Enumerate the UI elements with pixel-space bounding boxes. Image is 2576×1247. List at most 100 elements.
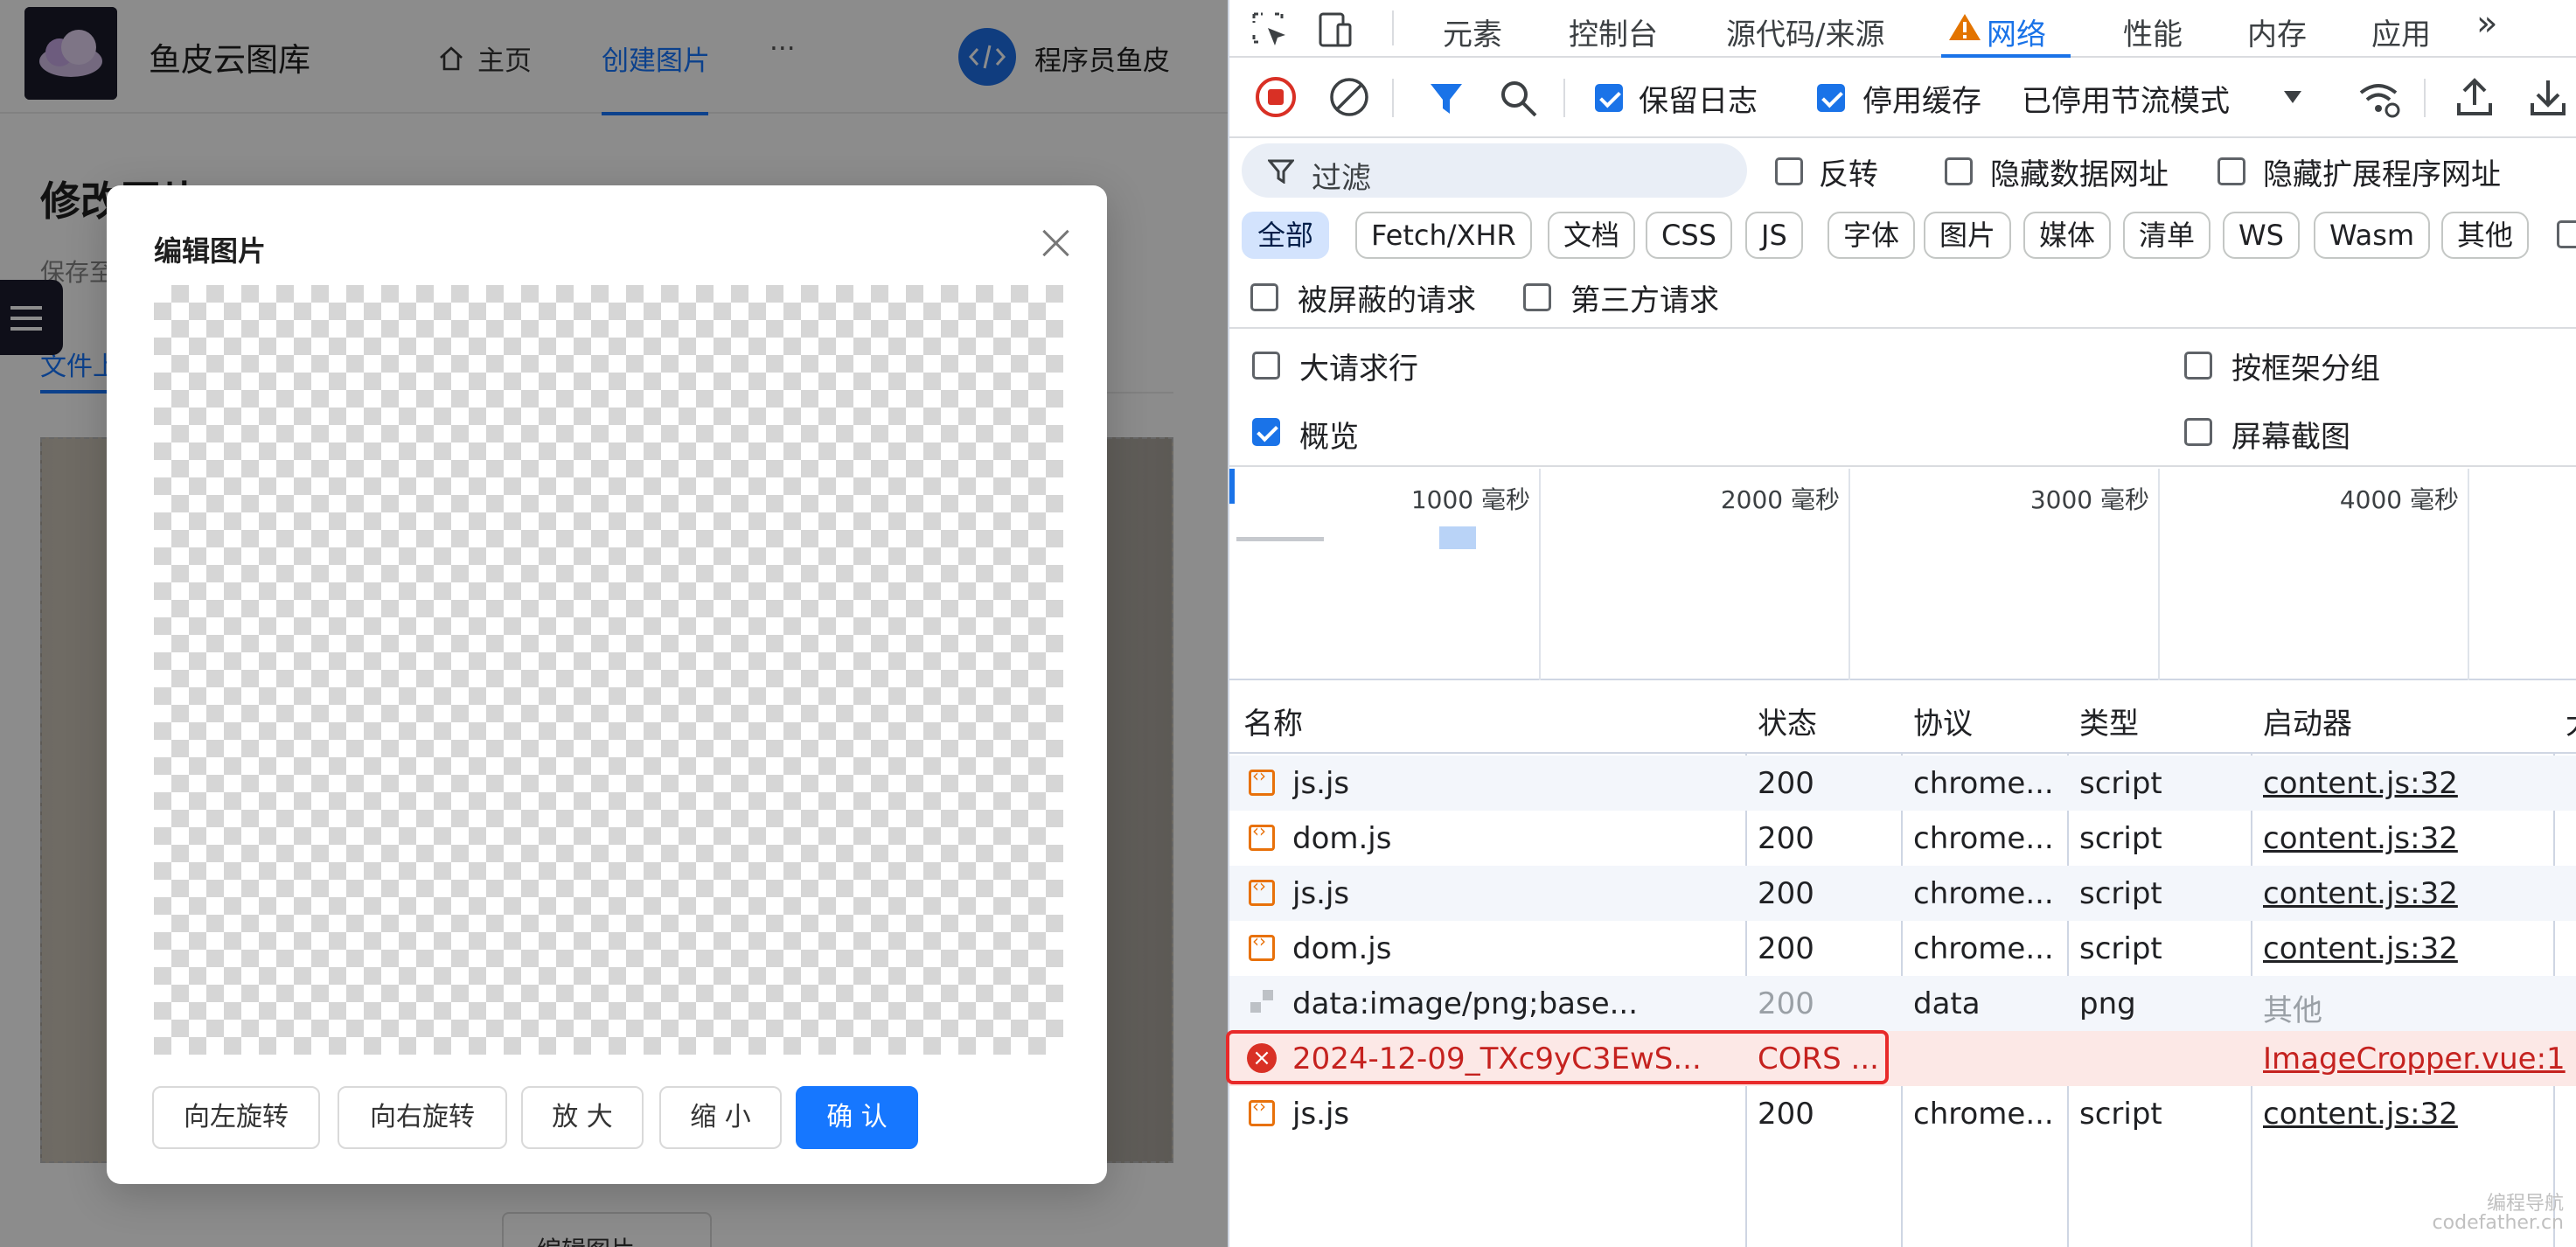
- network-conditions-icon[interactable]: [2356, 75, 2401, 121]
- type-other[interactable]: 其他: [2441, 212, 2530, 259]
- big-request-rows-checkbox[interactable]: [1252, 352, 1280, 380]
- row-initiator-link[interactable]: content.js:32: [2263, 931, 2458, 966]
- preserve-log-checkbox[interactable]: [1595, 84, 1623, 112]
- column-size[interactable]: 大: [2566, 700, 2576, 742]
- zoom-out-button[interactable]: 缩 小: [659, 1086, 782, 1149]
- type-fetch-xhr[interactable]: Fetch/XHR: [1355, 212, 1532, 259]
- overview-tick: 3000 毫秒: [2029, 485, 2149, 514]
- overview-gridline: [2158, 469, 2160, 680]
- filter-input[interactable]: 过滤: [1242, 143, 1747, 198]
- row-protocol: chrome...: [1913, 876, 2054, 911]
- tab-network[interactable]: 网络: [1987, 10, 2046, 53]
- filter-funnel-icon: [1268, 159, 1294, 184]
- row-initiator-link[interactable]: content.js:32: [2263, 766, 2458, 801]
- column-name[interactable]: 名称: [1243, 700, 1303, 742]
- row-name: js.js: [1292, 876, 1350, 911]
- column-protocol[interactable]: 协议: [1913, 700, 1973, 742]
- tab-memory[interactable]: 内存: [2247, 10, 2307, 53]
- table-row[interactable]: data:image/png;base... 200 data png 其他: [1229, 976, 2576, 1031]
- overview-range-handle[interactable]: [1229, 469, 1235, 504]
- toolbar-divider: [1392, 10, 1394, 45]
- type-wasm[interactable]: Wasm: [2314, 212, 2431, 259]
- column-initiator[interactable]: 启动器: [2263, 700, 2352, 742]
- image-cropper-canvas[interactable]: [154, 285, 1063, 1055]
- inspect-element-icon[interactable]: [1249, 9, 1291, 51]
- column-status[interactable]: 状态: [1758, 700, 1817, 742]
- column-type[interactable]: 类型: [2079, 700, 2139, 742]
- stop-recording-icon[interactable]: [1254, 75, 1298, 119]
- resource-type-filters: 全部 Fetch/XHR 文档 CSS JS 字体 图片 媒体 清单 WS Wa…: [1229, 206, 2576, 264]
- hide-ext-urls-label: 隐藏扩展程序网址: [2263, 157, 2501, 192]
- disable-cache-label: 停用缓存: [1862, 84, 1981, 119]
- confirm-button[interactable]: 确 认: [796, 1086, 918, 1149]
- network-overview[interactable]: 1000 毫秒 2000 毫秒 3000 毫秒 4000 毫秒: [1229, 469, 2576, 680]
- error-highlight-box: [1226, 1030, 1889, 1084]
- more-filters-checkbox[interactable]: [2557, 220, 2576, 248]
- type-all[interactable]: 全部: [1242, 212, 1330, 259]
- type-media[interactable]: 媒体: [2023, 212, 2112, 259]
- hide-ext-urls-checkbox[interactable]: [2217, 157, 2245, 185]
- tab-network-indicator: [1941, 54, 2071, 58]
- dropdown-arrow-icon[interactable]: [2282, 89, 2303, 105]
- table-row[interactable]: dom.js 200 chrome... script content.js:3…: [1229, 921, 2576, 976]
- hide-data-urls-label: 隐藏数据网址: [1990, 157, 2169, 192]
- tab-console[interactable]: 控制台: [1569, 10, 1658, 53]
- network-request-table: 名称 状态 协议 类型 启动器 大 js.js 200 chrome... sc…: [1229, 680, 2576, 1247]
- blocked-requests-label: 被屏蔽的请求: [1298, 283, 1476, 318]
- import-har-icon[interactable]: [2454, 75, 2496, 119]
- device-toolbar-icon[interactable]: [1313, 9, 1355, 51]
- group-by-frame-checkbox[interactable]: [2184, 352, 2212, 380]
- rotate-left-button[interactable]: 向左旋转: [152, 1086, 320, 1149]
- filter-placeholder: 过滤: [1312, 161, 1371, 196]
- table-row[interactable]: js.js 200 chrome... script content.js:32: [1229, 866, 2576, 921]
- hide-data-urls-checkbox[interactable]: [1945, 157, 1973, 185]
- row-name: js.js: [1292, 766, 1350, 801]
- screenshots-checkbox[interactable]: [2184, 418, 2212, 446]
- filter-icon[interactable]: [1427, 79, 1466, 117]
- type-manifest[interactable]: 清单: [2123, 212, 2211, 259]
- table-row[interactable]: dom.js 200 chrome... script content.js:3…: [1229, 811, 2576, 866]
- row-initiator-link[interactable]: ImageCropper.vue:1: [2263, 1041, 2566, 1076]
- row-initiator-link[interactable]: content.js:32: [2263, 876, 2458, 911]
- watermark-line2: codefather.cn: [2432, 1212, 2564, 1234]
- zoom-in-button[interactable]: 放 大: [521, 1086, 644, 1149]
- tab-application[interactable]: 应用: [2371, 10, 2431, 53]
- third-party-checkbox[interactable]: [1523, 283, 1551, 311]
- disable-cache-checkbox[interactable]: [1817, 84, 1845, 112]
- script-file-icon: [1249, 1096, 1275, 1126]
- type-img[interactable]: 图片: [1924, 212, 2012, 259]
- filter-row: 过滤 反转 隐藏数据网址 隐藏扩展程序网址: [1229, 140, 2576, 206]
- row-initiator-link[interactable]: content.js:32: [2263, 821, 2458, 856]
- overview-gridline: [1848, 469, 1850, 680]
- tab-performance[interactable]: 性能: [2123, 10, 2183, 53]
- table-row[interactable]: js.js 200 chrome... script content.js:32: [1229, 1086, 2576, 1141]
- tab-elements[interactable]: 元素: [1443, 10, 1502, 53]
- tab-sources[interactable]: 源代码/来源: [1726, 10, 1884, 53]
- type-doc[interactable]: 文档: [1548, 212, 1636, 259]
- script-file-icon: [1249, 820, 1275, 851]
- rotate-right-button[interactable]: 向右旋转: [338, 1086, 507, 1149]
- overview-tick: 1000 毫秒: [1410, 485, 1530, 514]
- clear-icon[interactable]: [1327, 75, 1371, 119]
- row-name: data:image/png;base...: [1292, 986, 1639, 1021]
- search-icon[interactable]: [1497, 77, 1539, 119]
- throttling-select[interactable]: 已停用节流模式: [2022, 77, 2230, 120]
- type-ws[interactable]: WS: [2223, 212, 2300, 259]
- more-tabs-icon[interactable]: »: [2476, 3, 2497, 44]
- row-initiator-link[interactable]: content.js:32: [2263, 1097, 2458, 1132]
- blocked-requests-checkbox[interactable]: [1250, 283, 1278, 311]
- export-har-icon[interactable]: [2527, 75, 2569, 119]
- overview-tick: 2000 毫秒: [1720, 485, 1840, 514]
- overview-checkbox[interactable]: [1252, 418, 1280, 446]
- table-row[interactable]: js.js 200 chrome... script content.js:32: [1229, 756, 2576, 811]
- toolbar-divider: [1392, 79, 1394, 117]
- invert-label: 反转: [1819, 157, 1878, 192]
- invert-checkbox[interactable]: [1775, 157, 1803, 185]
- type-font[interactable]: 字体: [1828, 212, 1916, 259]
- close-icon[interactable]: [1034, 220, 1079, 266]
- type-js[interactable]: JS: [1745, 212, 1803, 259]
- script-file-icon: [1249, 765, 1275, 796]
- warning-icon: [1949, 14, 1981, 40]
- type-css[interactable]: CSS: [1646, 212, 1732, 259]
- row-protocol: chrome...: [1913, 931, 2054, 966]
